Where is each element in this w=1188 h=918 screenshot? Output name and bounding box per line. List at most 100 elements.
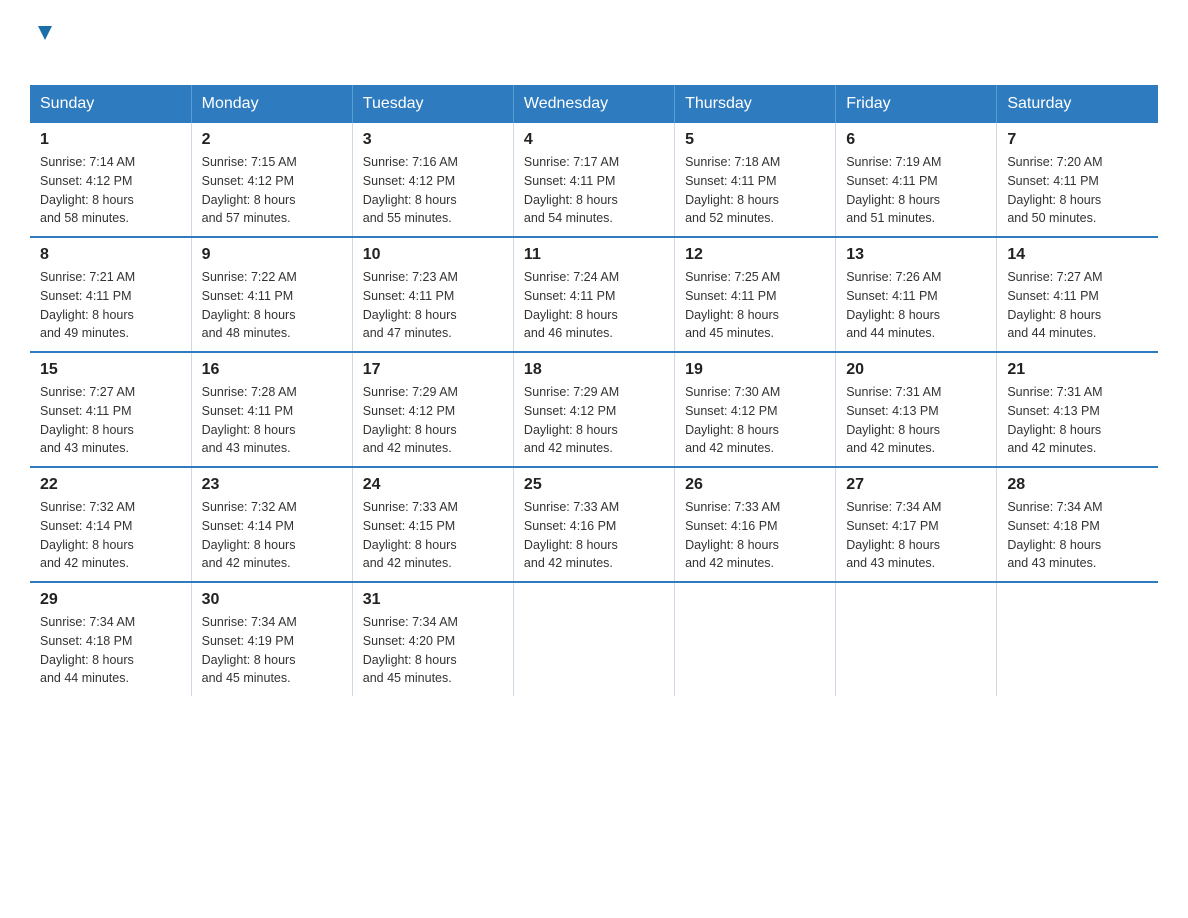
calendar-day-cell: 7 Sunrise: 7:20 AM Sunset: 4:11 PM Dayli… bbox=[997, 123, 1158, 237]
day-number: 15 bbox=[40, 361, 181, 379]
day-number: 6 bbox=[846, 131, 986, 149]
calendar-day-cell bbox=[997, 582, 1158, 696]
logo bbox=[30, 20, 56, 75]
day-info: Sunrise: 7:20 AM Sunset: 4:11 PM Dayligh… bbox=[1007, 153, 1148, 228]
day-number: 30 bbox=[202, 591, 342, 609]
day-info: Sunrise: 7:28 AM Sunset: 4:11 PM Dayligh… bbox=[202, 383, 342, 458]
day-number: 5 bbox=[685, 131, 825, 149]
day-number: 2 bbox=[202, 131, 342, 149]
calendar-week-row: 1 Sunrise: 7:14 AM Sunset: 4:12 PM Dayli… bbox=[30, 123, 1158, 237]
day-info: Sunrise: 7:22 AM Sunset: 4:11 PM Dayligh… bbox=[202, 268, 342, 343]
calendar-day-cell: 27 Sunrise: 7:34 AM Sunset: 4:17 PM Dayl… bbox=[836, 467, 997, 582]
day-info: Sunrise: 7:33 AM Sunset: 4:16 PM Dayligh… bbox=[685, 498, 825, 573]
day-number: 7 bbox=[1007, 131, 1148, 149]
day-number: 14 bbox=[1007, 246, 1148, 264]
calendar-week-row: 8 Sunrise: 7:21 AM Sunset: 4:11 PM Dayli… bbox=[30, 237, 1158, 352]
calendar-day-cell: 31 Sunrise: 7:34 AM Sunset: 4:20 PM Dayl… bbox=[352, 582, 513, 696]
day-number: 10 bbox=[363, 246, 503, 264]
calendar-day-cell: 14 Sunrise: 7:27 AM Sunset: 4:11 PM Dayl… bbox=[997, 237, 1158, 352]
day-info: Sunrise: 7:23 AM Sunset: 4:11 PM Dayligh… bbox=[363, 268, 503, 343]
day-info: Sunrise: 7:34 AM Sunset: 4:17 PM Dayligh… bbox=[846, 498, 986, 573]
calendar-day-cell: 15 Sunrise: 7:27 AM Sunset: 4:11 PM Dayl… bbox=[30, 352, 191, 467]
calendar-day-cell: 5 Sunrise: 7:18 AM Sunset: 4:11 PM Dayli… bbox=[675, 123, 836, 237]
day-number: 8 bbox=[40, 246, 181, 264]
day-info: Sunrise: 7:34 AM Sunset: 4:18 PM Dayligh… bbox=[1007, 498, 1148, 573]
calendar-day-cell: 10 Sunrise: 7:23 AM Sunset: 4:11 PM Dayl… bbox=[352, 237, 513, 352]
calendar-day-cell bbox=[675, 582, 836, 696]
day-info: Sunrise: 7:16 AM Sunset: 4:12 PM Dayligh… bbox=[363, 153, 503, 228]
day-info: Sunrise: 7:26 AM Sunset: 4:11 PM Dayligh… bbox=[846, 268, 986, 343]
day-info: Sunrise: 7:32 AM Sunset: 4:14 PM Dayligh… bbox=[202, 498, 342, 573]
calendar-day-cell: 19 Sunrise: 7:30 AM Sunset: 4:12 PM Dayl… bbox=[675, 352, 836, 467]
calendar-day-cell: 30 Sunrise: 7:34 AM Sunset: 4:19 PM Dayl… bbox=[191, 582, 352, 696]
day-number: 4 bbox=[524, 131, 664, 149]
calendar-day-cell: 23 Sunrise: 7:32 AM Sunset: 4:14 PM Dayl… bbox=[191, 467, 352, 582]
day-info: Sunrise: 7:31 AM Sunset: 4:13 PM Dayligh… bbox=[846, 383, 986, 458]
day-number: 11 bbox=[524, 246, 664, 264]
day-info: Sunrise: 7:27 AM Sunset: 4:11 PM Dayligh… bbox=[40, 383, 181, 458]
weekday-header-sunday: Sunday bbox=[30, 85, 191, 123]
calendar-day-cell: 16 Sunrise: 7:28 AM Sunset: 4:11 PM Dayl… bbox=[191, 352, 352, 467]
day-info: Sunrise: 7:29 AM Sunset: 4:12 PM Dayligh… bbox=[363, 383, 503, 458]
weekday-header-friday: Friday bbox=[836, 85, 997, 123]
calendar-week-row: 15 Sunrise: 7:27 AM Sunset: 4:11 PM Dayl… bbox=[30, 352, 1158, 467]
day-number: 28 bbox=[1007, 476, 1148, 494]
day-number: 18 bbox=[524, 361, 664, 379]
weekday-header-monday: Monday bbox=[191, 85, 352, 123]
day-number: 9 bbox=[202, 246, 342, 264]
calendar-day-cell: 18 Sunrise: 7:29 AM Sunset: 4:12 PM Dayl… bbox=[513, 352, 674, 467]
day-number: 21 bbox=[1007, 361, 1148, 379]
day-info: Sunrise: 7:31 AM Sunset: 4:13 PM Dayligh… bbox=[1007, 383, 1148, 458]
day-number: 16 bbox=[202, 361, 342, 379]
day-info: Sunrise: 7:30 AM Sunset: 4:12 PM Dayligh… bbox=[685, 383, 825, 458]
calendar-day-cell: 11 Sunrise: 7:24 AM Sunset: 4:11 PM Dayl… bbox=[513, 237, 674, 352]
day-number: 22 bbox=[40, 476, 181, 494]
calendar-day-cell: 29 Sunrise: 7:34 AM Sunset: 4:18 PM Dayl… bbox=[30, 582, 191, 696]
calendar-day-cell: 21 Sunrise: 7:31 AM Sunset: 4:13 PM Dayl… bbox=[997, 352, 1158, 467]
day-info: Sunrise: 7:25 AM Sunset: 4:11 PM Dayligh… bbox=[685, 268, 825, 343]
calendar-day-cell bbox=[513, 582, 674, 696]
day-number: 27 bbox=[846, 476, 986, 494]
day-number: 25 bbox=[524, 476, 664, 494]
day-number: 29 bbox=[40, 591, 181, 609]
day-info: Sunrise: 7:17 AM Sunset: 4:11 PM Dayligh… bbox=[524, 153, 664, 228]
calendar-week-row: 22 Sunrise: 7:32 AM Sunset: 4:14 PM Dayl… bbox=[30, 467, 1158, 582]
calendar-day-cell: 13 Sunrise: 7:26 AM Sunset: 4:11 PM Dayl… bbox=[836, 237, 997, 352]
calendar-table: SundayMondayTuesdayWednesdayThursdayFrid… bbox=[30, 85, 1158, 696]
day-number: 17 bbox=[363, 361, 503, 379]
calendar-day-cell bbox=[836, 582, 997, 696]
weekday-header-wednesday: Wednesday bbox=[513, 85, 674, 123]
calendar-day-cell: 22 Sunrise: 7:32 AM Sunset: 4:14 PM Dayl… bbox=[30, 467, 191, 582]
day-number: 19 bbox=[685, 361, 825, 379]
calendar-day-cell: 2 Sunrise: 7:15 AM Sunset: 4:12 PM Dayli… bbox=[191, 123, 352, 237]
calendar-day-cell: 6 Sunrise: 7:19 AM Sunset: 4:11 PM Dayli… bbox=[836, 123, 997, 237]
calendar-day-cell: 28 Sunrise: 7:34 AM Sunset: 4:18 PM Dayl… bbox=[997, 467, 1158, 582]
calendar-day-cell: 3 Sunrise: 7:16 AM Sunset: 4:12 PM Dayli… bbox=[352, 123, 513, 237]
day-info: Sunrise: 7:21 AM Sunset: 4:11 PM Dayligh… bbox=[40, 268, 181, 343]
day-number: 20 bbox=[846, 361, 986, 379]
day-info: Sunrise: 7:24 AM Sunset: 4:11 PM Dayligh… bbox=[524, 268, 664, 343]
day-number: 3 bbox=[363, 131, 503, 149]
weekday-header-saturday: Saturday bbox=[997, 85, 1158, 123]
day-info: Sunrise: 7:15 AM Sunset: 4:12 PM Dayligh… bbox=[202, 153, 342, 228]
calendar-day-cell: 8 Sunrise: 7:21 AM Sunset: 4:11 PM Dayli… bbox=[30, 237, 191, 352]
weekday-header-thursday: Thursday bbox=[675, 85, 836, 123]
calendar-day-cell: 4 Sunrise: 7:17 AM Sunset: 4:11 PM Dayli… bbox=[513, 123, 674, 237]
day-info: Sunrise: 7:29 AM Sunset: 4:12 PM Dayligh… bbox=[524, 383, 664, 458]
day-info: Sunrise: 7:34 AM Sunset: 4:18 PM Dayligh… bbox=[40, 613, 181, 688]
day-info: Sunrise: 7:14 AM Sunset: 4:12 PM Dayligh… bbox=[40, 153, 181, 228]
calendar-week-row: 29 Sunrise: 7:34 AM Sunset: 4:18 PM Dayl… bbox=[30, 582, 1158, 696]
calendar-day-cell: 25 Sunrise: 7:33 AM Sunset: 4:16 PM Dayl… bbox=[513, 467, 674, 582]
day-info: Sunrise: 7:27 AM Sunset: 4:11 PM Dayligh… bbox=[1007, 268, 1148, 343]
day-number: 12 bbox=[685, 246, 825, 264]
calendar-day-cell: 26 Sunrise: 7:33 AM Sunset: 4:16 PM Dayl… bbox=[675, 467, 836, 582]
calendar-day-cell: 1 Sunrise: 7:14 AM Sunset: 4:12 PM Dayli… bbox=[30, 123, 191, 237]
day-info: Sunrise: 7:32 AM Sunset: 4:14 PM Dayligh… bbox=[40, 498, 181, 573]
calendar-day-cell: 17 Sunrise: 7:29 AM Sunset: 4:12 PM Dayl… bbox=[352, 352, 513, 467]
calendar-day-cell: 24 Sunrise: 7:33 AM Sunset: 4:15 PM Dayl… bbox=[352, 467, 513, 582]
day-number: 24 bbox=[363, 476, 503, 494]
calendar-day-cell: 12 Sunrise: 7:25 AM Sunset: 4:11 PM Dayl… bbox=[675, 237, 836, 352]
day-info: Sunrise: 7:34 AM Sunset: 4:19 PM Dayligh… bbox=[202, 613, 342, 688]
day-info: Sunrise: 7:19 AM Sunset: 4:11 PM Dayligh… bbox=[846, 153, 986, 228]
weekday-header-row: SundayMondayTuesdayWednesdayThursdayFrid… bbox=[30, 85, 1158, 123]
